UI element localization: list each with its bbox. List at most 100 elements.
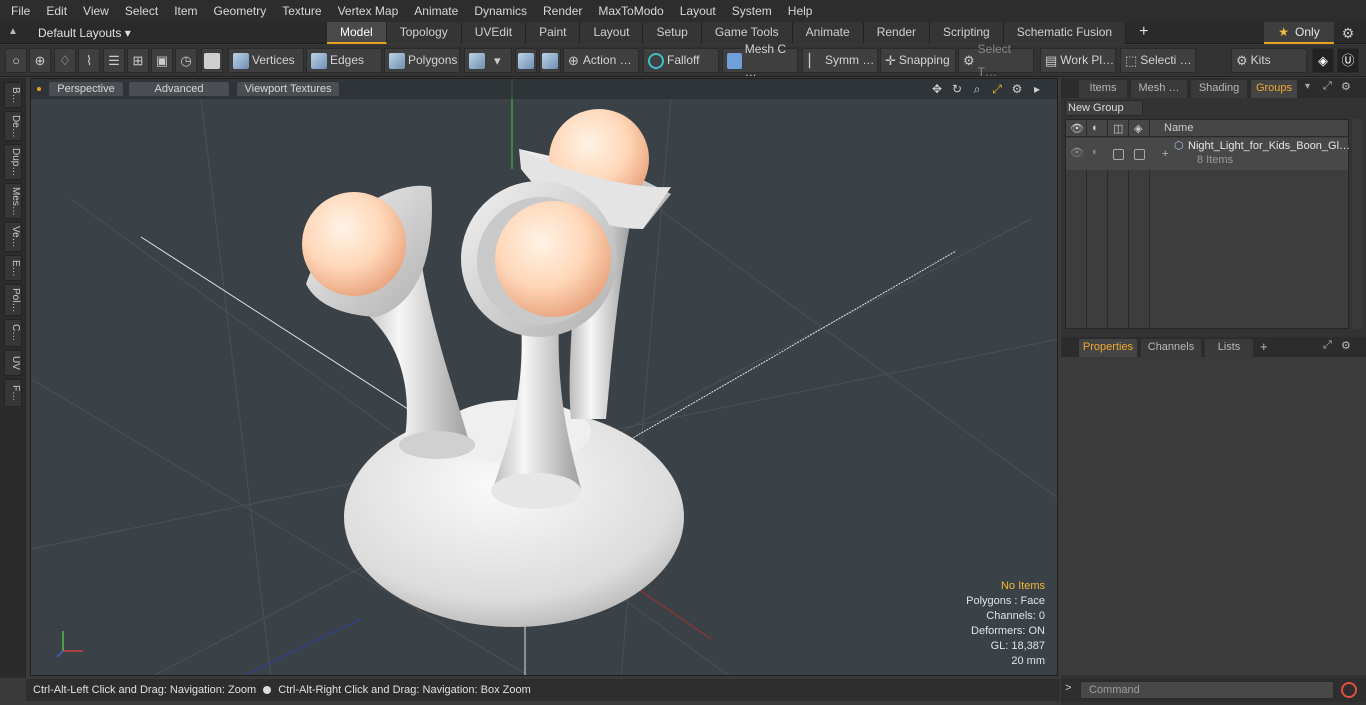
sidetab-fusion[interactable]: F…: [4, 379, 22, 407]
add-tab-icon[interactable]: +: [1126, 22, 1152, 44]
only-toggle[interactable]: ★ Only: [1264, 22, 1334, 44]
tab-topology[interactable]: Topology: [386, 22, 462, 44]
tab-shading[interactable]: Shading: [1191, 80, 1247, 98]
menu-layout[interactable]: Layout: [672, 0, 724, 22]
command-chevron-icon[interactable]: >: [1065, 682, 1071, 694]
menu-render[interactable]: Render: [535, 0, 590, 22]
lock-icon[interactable]: ◫: [1113, 122, 1123, 135]
group-name[interactable]: Night_Light_for_Kids_Boon_Gl…: [1188, 140, 1350, 152]
polygons-button[interactable]: Polygons: [384, 48, 460, 73]
tab-uvedit[interactable]: UVEdit: [461, 22, 527, 44]
sidetab-uv[interactable]: UV: [4, 350, 22, 376]
sidetab-curve[interactable]: C…: [4, 319, 22, 347]
viewport-settings-icon[interactable]: ⚙: [1007, 82, 1027, 97]
select-icon[interactable]: ◈: [1134, 122, 1142, 135]
unreal-icon[interactable]: Ⓤ: [1337, 48, 1359, 73]
fit-icon[interactable]: ⤢: [987, 82, 1007, 97]
symmetry-y-icon[interactable]: [539, 48, 561, 73]
tab-groups[interactable]: Groups: [1251, 80, 1297, 98]
row-visibility-icon[interactable]: 👁: [1070, 146, 1084, 159]
brush-icon[interactable]: ⌇: [78, 48, 100, 73]
perspective-dropdown[interactable]: Perspective: [49, 82, 123, 96]
new-group-button[interactable]: New Group: [1065, 100, 1143, 116]
pen-icon[interactable]: ♢: [54, 48, 76, 73]
menu-texture[interactable]: Texture: [274, 0, 329, 22]
menu-dynamics[interactable]: Dynamics: [466, 0, 535, 22]
falloff-button[interactable]: Falloff: [643, 48, 719, 73]
tab-properties[interactable]: Properties: [1079, 339, 1137, 357]
record-icon[interactable]: [1341, 682, 1357, 698]
panel-settings-icon[interactable]: ⚙: [1341, 80, 1351, 93]
frame-icon[interactable]: ▣: [151, 48, 173, 73]
tab-items[interactable]: Items: [1079, 80, 1127, 98]
menu-vertex-map[interactable]: Vertex Map: [330, 0, 407, 22]
menu-item[interactable]: Item: [166, 0, 205, 22]
menu-select[interactable]: Select: [117, 0, 166, 22]
tab-layout[interactable]: Layout: [580, 22, 644, 44]
tab-paint[interactable]: Paint: [526, 22, 581, 44]
tab-channels[interactable]: Channels: [1141, 339, 1201, 357]
expand-plus-icon[interactable]: +: [1162, 148, 1168, 160]
orbit-icon[interactable]: ↻: [947, 82, 967, 97]
add-tab-icon[interactable]: +: [1260, 339, 1268, 354]
maximize-icon[interactable]: ⤢: [1323, 80, 1332, 93]
3d-viewport[interactable]: Perspective Advanced Viewport Textures ✥…: [30, 78, 1058, 676]
tab-lists[interactable]: Lists: [1205, 339, 1253, 357]
panel-settings-icon[interactable]: ⚙: [1341, 339, 1351, 352]
symmetry-button[interactable]: ▏ Symm …: [802, 48, 878, 73]
mesh-constraint-button[interactable]: Mesh C …: [722, 42, 798, 79]
globe-icon[interactable]: ⊕: [29, 48, 51, 73]
advanced-dropdown[interactable]: Advanced: [129, 82, 229, 96]
menu-animate[interactable]: Animate: [406, 0, 466, 22]
row-lock-checkbox[interactable]: [1113, 149, 1124, 160]
rotate-icon[interactable]: ◷: [175, 48, 197, 73]
tab-animate[interactable]: Animate: [792, 22, 864, 44]
select-through-button[interactable]: ⚙ Select T…: [958, 42, 1034, 79]
edges-button[interactable]: Edges: [306, 48, 382, 73]
row-select-checkbox[interactable]: [1134, 149, 1145, 160]
work-plane-button[interactable]: ▤ Work Pl…: [1040, 48, 1116, 73]
viewport-menu-dot[interactable]: [37, 87, 41, 91]
tab-render[interactable]: Render: [863, 22, 931, 44]
menu-system[interactable]: System: [724, 0, 780, 22]
row-render-icon[interactable]: ◐: [1092, 146, 1099, 158]
menu-maxtomodo[interactable]: MaxToModo: [590, 0, 671, 22]
item-mode-icon[interactable]: [201, 48, 223, 73]
tab-setup[interactable]: Setup: [643, 22, 702, 44]
tabs-dropdown-icon[interactable]: ▾: [1305, 81, 1310, 92]
visibility-eye-icon[interactable]: 👁: [1070, 122, 1084, 135]
sidetab-duplicate[interactable]: Dup…: [4, 144, 22, 180]
menu-geometry[interactable]: Geometry: [206, 0, 275, 22]
groups-scrollbar[interactable]: [1352, 119, 1362, 329]
pan-icon[interactable]: ✥: [927, 82, 947, 97]
vertices-button[interactable]: Vertices: [228, 48, 304, 73]
unity-icon[interactable]: ◈: [1312, 48, 1334, 73]
sidetab-deform[interactable]: De…: [4, 111, 22, 141]
sidetab-edge[interactable]: E…: [4, 255, 22, 281]
kits-button[interactable]: ⚙ Kits: [1231, 48, 1307, 73]
command-input[interactable]: Command: [1080, 681, 1334, 699]
action-center-button[interactable]: ⊕ Action …: [563, 48, 639, 73]
sidetab-basic[interactable]: B…: [4, 82, 22, 108]
select-circle-icon[interactable]: ○: [5, 48, 27, 73]
snapping-button[interactable]: ✛ Snapping: [880, 48, 956, 73]
sidetab-polygon[interactable]: Pol…: [4, 284, 22, 316]
maximize-icon[interactable]: ⤢: [1323, 339, 1332, 352]
layout-expand-icon[interactable]: ▲: [8, 26, 22, 40]
expand-right-icon[interactable]: ▸: [1027, 82, 1047, 97]
sidetab-mesh-edit[interactable]: Mes…: [4, 183, 22, 219]
gear-icon[interactable]: ⚙: [1340, 25, 1356, 41]
viewport-textures-dropdown[interactable]: Viewport Textures: [237, 82, 339, 96]
tab-mesh[interactable]: Mesh …: [1131, 80, 1187, 98]
layouts-dropdown[interactable]: Default Layouts ▾: [38, 22, 131, 44]
center-icon[interactable]: ⊞: [127, 48, 149, 73]
zoom-icon[interactable]: ⌕: [967, 82, 987, 97]
selection-sets-button[interactable]: ⬚ Selecti …: [1120, 48, 1196, 73]
render-icon[interactable]: ◐: [1092, 122, 1099, 134]
material-dropdown[interactable]: ▾: [464, 48, 512, 73]
name-column-header[interactable]: Name: [1164, 122, 1193, 134]
tab-model[interactable]: Model: [327, 22, 387, 44]
sidetab-vertex[interactable]: Ve…: [4, 222, 22, 252]
menu-view[interactable]: View: [75, 0, 117, 22]
align-icon[interactable]: ☰: [103, 48, 125, 73]
